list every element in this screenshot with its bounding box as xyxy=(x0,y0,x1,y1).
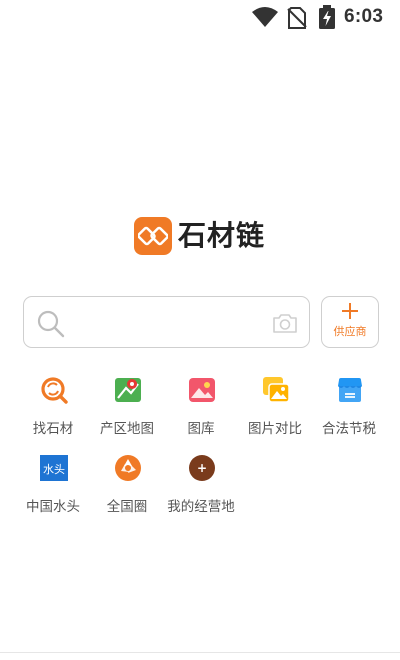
logo-text: 石材链 xyxy=(178,219,266,252)
menu-item-find-stone[interactable]: 找石材 xyxy=(16,376,90,440)
my-location-icon: + xyxy=(189,455,215,481)
national-circle-icon xyxy=(115,455,141,481)
menu-item-image-compare[interactable]: 图片对比 xyxy=(238,376,312,440)
menu-item-china-shuitou[interactable]: 水头 中国水头 xyxy=(16,454,90,518)
logo-mark-icon xyxy=(134,217,172,255)
svg-text:+: + xyxy=(197,461,207,475)
menu-item-tax[interactable]: 合法节税 xyxy=(312,376,386,440)
menu-item-gallery[interactable]: 图库 xyxy=(164,376,238,440)
supplier-button[interactable]: 供应商 xyxy=(321,296,379,348)
supplier-label: 供应商 xyxy=(333,325,367,338)
shuitou-logo-icon: 水头 xyxy=(40,455,68,481)
search-icon xyxy=(37,310,65,338)
menu-item-label: 我的经营地 xyxy=(167,499,235,515)
plus-icon xyxy=(342,303,358,319)
menu-item-label: 合法节税 xyxy=(322,421,376,437)
no-sim-icon xyxy=(287,7,307,29)
status-bar: 6:03 xyxy=(0,0,400,36)
search-box[interactable] xyxy=(23,296,310,348)
gallery-icon xyxy=(189,378,215,402)
search-input[interactable] xyxy=(74,307,264,339)
map-icon xyxy=(115,378,141,402)
app-logo: 石材链 xyxy=(134,216,265,256)
menu-item-national-circle[interactable]: 全国圈 xyxy=(90,454,164,518)
bottom-divider xyxy=(0,652,400,653)
camera-icon[interactable] xyxy=(272,312,298,334)
menu-item-my-location[interactable]: + 我的经营地 xyxy=(164,454,238,518)
clock: 6:03 xyxy=(344,6,384,27)
find-stone-icon xyxy=(41,377,68,404)
battery-charging-icon xyxy=(319,5,335,29)
tax-icon xyxy=(338,378,362,402)
svg-text:水头: 水头 xyxy=(43,463,65,476)
menu-item-region-map[interactable]: 产区地图 xyxy=(90,376,164,440)
wifi-icon xyxy=(252,7,278,27)
image-compare-icon xyxy=(263,377,290,403)
